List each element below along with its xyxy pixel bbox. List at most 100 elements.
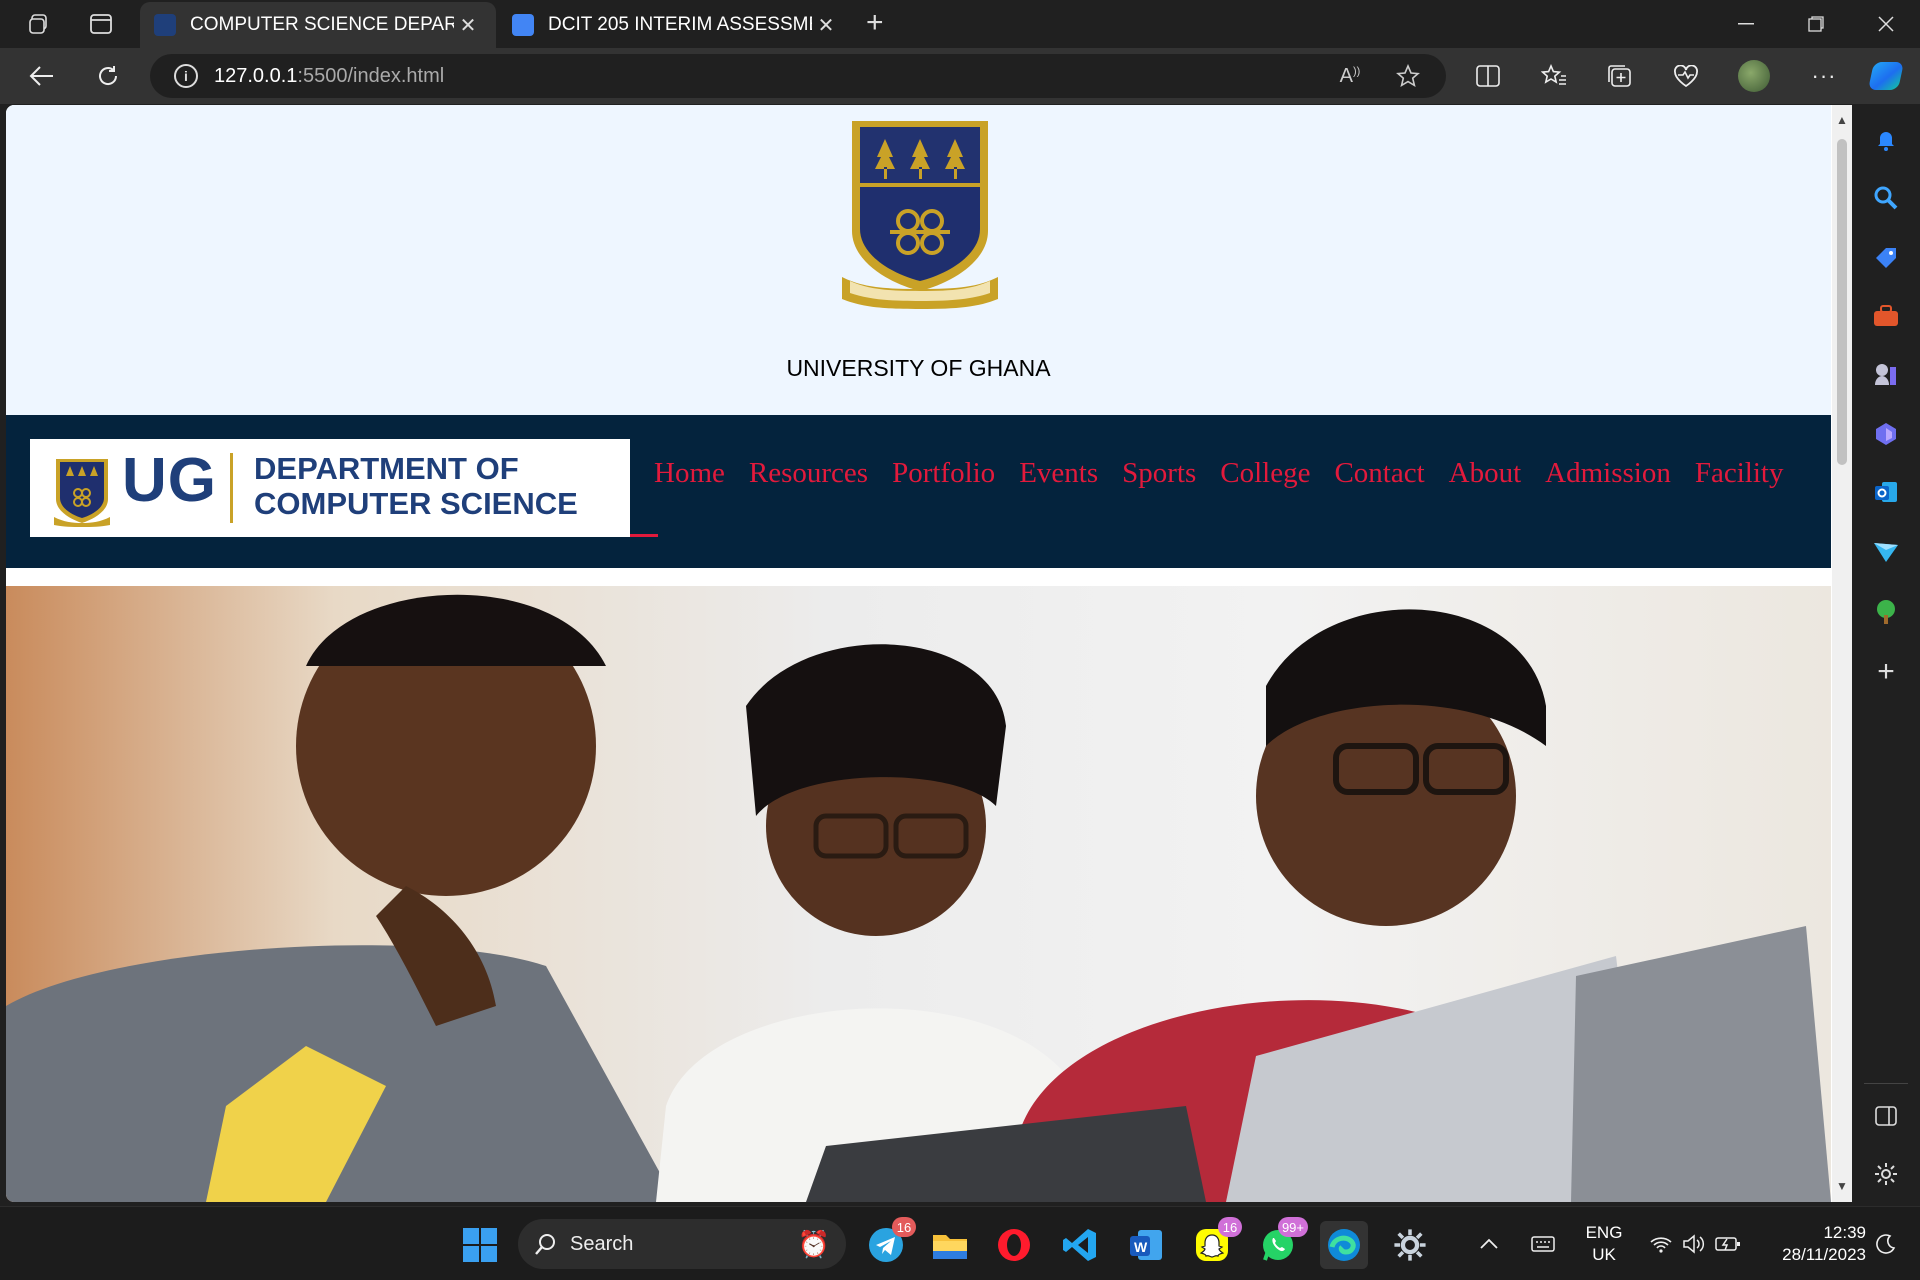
focus-moon-icon[interactable]	[1870, 1207, 1902, 1280]
close-window-icon[interactable]	[1866, 8, 1906, 40]
windows-start-icon[interactable]	[456, 1221, 504, 1269]
battery-icon[interactable]	[1714, 1207, 1742, 1280]
workspaces-icon[interactable]	[22, 8, 56, 40]
close-tab-icon[interactable]: ✕	[454, 13, 482, 38]
wifi-icon[interactable]	[1648, 1207, 1674, 1280]
taskbar-search[interactable]: Search ⏰	[518, 1219, 846, 1269]
scroll-thumb[interactable]	[1837, 139, 1847, 465]
clock-date: 28/11/2023	[1782, 1245, 1866, 1264]
search-icon[interactable]	[1869, 181, 1903, 215]
tab-title: DCIT 205 INTERIM ASSESSMENT	[548, 14, 812, 35]
clock[interactable]: 12:39 28/11/2023	[1760, 1207, 1866, 1280]
taskbar-search-icon	[535, 1234, 555, 1255]
tab-actions-icon[interactable]	[84, 8, 118, 40]
tab-dcit-205[interactable]: DCIT 205 INTERIM ASSESSMENT ✕	[498, 2, 854, 48]
opera-icon[interactable]	[990, 1221, 1038, 1269]
sidebar-divider	[1864, 1083, 1908, 1084]
tab-computer-science[interactable]: COMPUTER SCIENCE DEPARTME ✕	[140, 2, 496, 48]
hide-sidebar-icon[interactable]	[1869, 1099, 1903, 1133]
shopping-tag-icon[interactable]	[1869, 241, 1903, 275]
show-hidden-icons-chevron-icon[interactable]	[1474, 1207, 1504, 1280]
menu-admission[interactable]: Admission	[1545, 457, 1671, 490]
logo-dept-line1: DEPARTMENT OF	[254, 451, 519, 486]
keyboard-icon[interactable]	[1526, 1207, 1560, 1280]
windows-taskbar: Search ⏰ 16 W 16 99+ ENG UK 12:39 28/11/…	[0, 1206, 1920, 1280]
new-tab-icon[interactable]: +	[866, 6, 884, 40]
split-screen-icon[interactable]	[1468, 58, 1508, 94]
restore-icon[interactable]	[1796, 8, 1836, 40]
page-scrollbar[interactable]: ▲ ▼	[1832, 105, 1852, 1202]
close-tab-icon[interactable]: ✕	[812, 13, 840, 38]
edge-sidebar: +	[1852, 105, 1920, 1202]
whatsapp-icon[interactable]: 99+	[1254, 1217, 1308, 1269]
browser-tab-bar: COMPUTER SCIENCE DEPARTME ✕ DCIT 205 INT…	[0, 0, 1920, 48]
word-icon[interactable]: W	[1122, 1221, 1170, 1269]
search-label: Search	[570, 1232, 634, 1255]
department-logo[interactable]: UG DEPARTMENT OF COMPUTER SCIENCE	[30, 439, 630, 537]
snapchat-icon[interactable]: 16	[1188, 1217, 1242, 1269]
university-crest-icon	[842, 121, 998, 309]
address-toolbar: i 127.0.0.1:5500/index.html A)) ···	[0, 48, 1920, 104]
snapchat-badge: 16	[1218, 1217, 1242, 1237]
hero-image-students	[6, 586, 1831, 1202]
telegram-icon[interactable]: 16	[862, 1217, 916, 1269]
docs-favicon-icon	[512, 14, 534, 36]
outlook-icon[interactable]	[1869, 475, 1903, 509]
site-navbar: UG DEPARTMENT OF COMPUTER SCIENCE Home R…	[6, 415, 1831, 568]
copilot-sidebar-icon[interactable]	[1869, 417, 1903, 451]
ug-shield-icon	[54, 459, 110, 527]
games-icon[interactable]	[1869, 357, 1903, 391]
favorites-icon[interactable]	[1534, 58, 1574, 94]
refresh-icon[interactable]	[88, 58, 128, 94]
lang-line2: UK	[1592, 1245, 1616, 1264]
clock-time: 12:39	[1823, 1223, 1866, 1242]
search-highlight-icon: ⏰	[797, 1228, 830, 1259]
settings-app-icon[interactable]	[1386, 1221, 1434, 1269]
web-page: UNIVERSITY OF GHANA UG DEPARTMENT OF COM…	[6, 105, 1832, 1202]
menu-resources[interactable]: Resources	[749, 457, 868, 490]
browser-essentials-icon[interactable]	[1666, 58, 1706, 94]
copilot-icon[interactable]	[1866, 58, 1906, 94]
ug-favicon-icon	[154, 14, 176, 36]
back-arrow-icon[interactable]	[22, 58, 62, 94]
settings-gear-icon[interactable]	[1869, 1157, 1903, 1191]
main-menu: Home Resources Portfolio Events Sports C…	[654, 457, 1783, 490]
menu-about[interactable]: About	[1449, 457, 1522, 490]
favorite-star-icon[interactable]	[1388, 58, 1428, 94]
profile-avatar[interactable]	[1734, 58, 1774, 94]
collections-icon[interactable]	[1600, 58, 1640, 94]
read-aloud-icon[interactable]: A))	[1330, 58, 1370, 94]
edge-browser-icon[interactable]	[1320, 1221, 1368, 1269]
menu-facility[interactable]: Facility	[1695, 457, 1784, 490]
menu-events[interactable]: Events	[1019, 457, 1098, 490]
more-options-icon[interactable]: ···	[1804, 58, 1844, 94]
screen: COMPUTER SCIENCE DEPARTME ✕ DCIT 205 INT…	[0, 0, 1920, 1280]
minimize-icon[interactable]	[1726, 8, 1766, 40]
menu-contact[interactable]: Contact	[1334, 457, 1424, 490]
language-indicator[interactable]: ENG UK	[1574, 1207, 1634, 1280]
send-icon[interactable]	[1869, 535, 1903, 569]
scroll-down-arrow-icon[interactable]: ▼	[1835, 1179, 1849, 1193]
logo-department-text: DEPARTMENT OF COMPUTER SCIENCE	[254, 451, 578, 521]
whatsapp-badge: 99+	[1277, 1217, 1308, 1237]
volume-icon[interactable]	[1680, 1207, 1708, 1280]
telegram-badge: 16	[892, 1217, 916, 1237]
active-indicator	[630, 534, 658, 537]
menu-college[interactable]: College	[1220, 457, 1310, 490]
lang-line1: ENG	[1585, 1223, 1623, 1242]
scroll-up-arrow-icon[interactable]: ▲	[1835, 113, 1849, 127]
file-explorer-icon[interactable]	[926, 1221, 974, 1269]
vscode-icon[interactable]	[1056, 1221, 1104, 1269]
tools-briefcase-icon[interactable]	[1869, 299, 1903, 333]
menu-portfolio[interactable]: Portfolio	[892, 457, 995, 490]
notifications-bell-icon[interactable]	[1869, 123, 1903, 157]
menu-home[interactable]: Home	[654, 457, 725, 490]
url-path: :5500/index.html	[297, 64, 445, 87]
logo-divider	[230, 453, 233, 523]
menu-sports[interactable]: Sports	[1122, 457, 1196, 490]
add-sidebar-app-icon[interactable]: +	[1869, 655, 1903, 689]
tree-icon[interactable]	[1869, 595, 1903, 629]
svg-text:W: W	[1134, 1239, 1148, 1255]
address-bar[interactable]: i 127.0.0.1:5500/index.html	[150, 54, 1446, 98]
site-info-icon[interactable]: i	[174, 64, 198, 88]
